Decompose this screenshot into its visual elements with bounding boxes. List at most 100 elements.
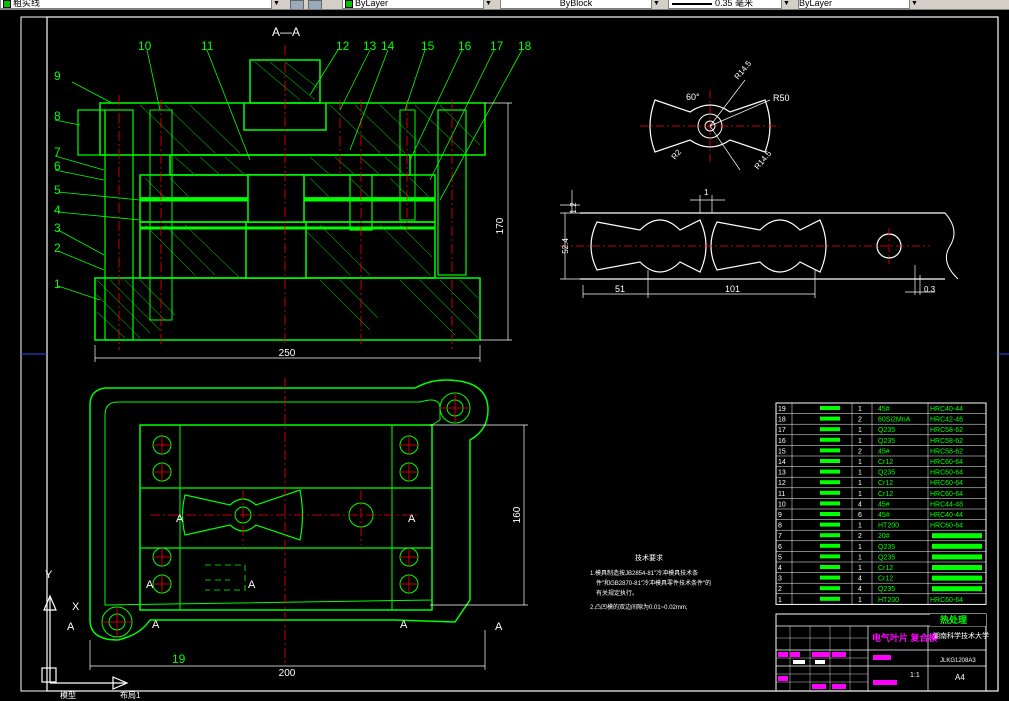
bom-material: 45# (878, 512, 890, 519)
svg-text:18: 18 (518, 39, 532, 53)
bom-material: Cr12 (878, 459, 893, 466)
inner-frame (46, 16, 999, 692)
bom-material: HT200 (878, 523, 899, 530)
bom-row: 18 2 60Si2MnA HRC42-46 (776, 413, 986, 424)
tech-note: 件"和GB2870-81"冷冲模具零件技术条件"的 (596, 579, 711, 587)
tab-model[interactable]: 模型 (60, 690, 76, 701)
heat-treatment-heading: 热处理 (940, 614, 967, 625)
dim-160: 160 (512, 506, 523, 523)
tech-note: 2.凸凹模的双边间隙为0.01~0.02mm; (590, 603, 688, 611)
chevron-down-icon[interactable]: ▼ (483, 0, 493, 8)
svg-text:11: 11 (201, 39, 214, 53)
bom-row: 6 1 Q235 (776, 540, 986, 551)
bom-qty: 2 (858, 417, 862, 424)
sheet-size: A4 (955, 673, 965, 682)
dim-101: 101 (725, 284, 740, 294)
svg-text:5: 5 (54, 183, 61, 197)
svg-text:6: 6 (54, 159, 61, 173)
dim-170: 170 (495, 217, 506, 234)
plotstyle-value: ByLayer (799, 0, 833, 8)
bom-heat-treatment: HRC60-64 (930, 597, 963, 604)
svg-text:9: 9 (54, 69, 61, 83)
section-view: A—A 1 2 3 4 5 6 7 8 9 10 11 12 13 14 15 … (54, 25, 532, 666)
linetype2-select[interactable]: ByBlock (500, 0, 652, 9)
lower-die-base (94, 277, 481, 341)
bom-material: Cr12 (878, 565, 893, 572)
bom-row: 16 1 Q235 HRC58-62 (776, 434, 986, 445)
layer-previous-icon[interactable] (308, 0, 322, 9)
section-mark: A (152, 619, 160, 631)
svg-text:17: 17 (490, 39, 504, 53)
layer-properties-icon[interactable] (290, 0, 304, 9)
ucs-y-label: Y (45, 569, 53, 581)
dim-angle: 60° (686, 92, 700, 102)
lineweight-select[interactable]: 0.35 毫米 (668, 0, 782, 9)
linetype-select[interactable]: 粗实线 (0, 0, 272, 9)
school-name: 湖南科学技术大学 (933, 631, 989, 640)
bom-material: Cr12 (878, 480, 893, 487)
bom-heat-treatment: HRC40-44 (930, 512, 963, 519)
lower-die-outline (89, 379, 489, 641)
drawing-code: JLKG1208A3 (940, 658, 976, 664)
tab-layout1[interactable]: 布局1 (120, 690, 140, 701)
bom-row: 3 4 Cr12 (776, 572, 986, 583)
svg-text:7: 7 (54, 145, 61, 159)
svg-text:12: 12 (336, 39, 350, 53)
dim-52-4: 52.4 (561, 238, 570, 254)
title-block: 热处理 电气叶片 复合模 湖南科学技术大学 JLKG1208A3 1:1 A4 (775, 613, 989, 692)
svg-text:14: 14 (381, 39, 395, 53)
chevron-down-icon[interactable]: ▼ (651, 0, 661, 8)
bom-row: 7 2 20# (776, 529, 986, 540)
drawing-border (20, 16, 999, 692)
bom-no: 1 (778, 597, 782, 604)
dim-0-3: 0.3 (924, 285, 936, 294)
bom-no: 9 (778, 512, 782, 519)
dim-r14: R14.5 (753, 149, 774, 172)
tech-title: 技术要求 (635, 553, 663, 562)
bom-no: 17 (778, 427, 786, 434)
section-mark: A (176, 513, 184, 525)
svg-text:1: 1 (54, 277, 61, 291)
bom-heat-treatment: HRC60-64 (930, 470, 963, 477)
dim-250: 250 (279, 348, 296, 359)
bom-heat-treatment: HRC58-62 (930, 448, 963, 455)
bom-no: 6 (778, 544, 782, 551)
bom-heat-treatment: HRC60-64 (930, 523, 963, 530)
bom-material: 45# (878, 406, 890, 413)
bom-no: 19 (778, 406, 786, 413)
bom-row: 19 1 45# HRC40-44 (776, 402, 986, 413)
chevron-down-icon[interactable]: ▼ (909, 0, 919, 8)
color-select[interactable]: ByLayer (342, 0, 484, 9)
bom-material: Q235 (878, 427, 895, 434)
dim-1-2: 1.2 (569, 202, 578, 214)
bom-no: 14 (778, 459, 786, 466)
bom-material: 20# (878, 533, 890, 540)
chevron-down-icon[interactable]: ▼ (781, 0, 791, 8)
bom-qty: 1 (858, 427, 862, 434)
bill-of-materials: 19 1 45# HRC40-4418 2 60Si2MnA HRC42-4617 1 Q235… (775, 402, 987, 605)
bom-row: 17 1 Q235 HRC58-62 (776, 423, 986, 434)
dim-r14: R14.5 (733, 59, 754, 82)
svg-text:15: 15 (421, 39, 435, 53)
properties-toolbar: 粗实线 ▼ ByLayer ▼ ByBlock ▼ 0.35 毫米 ▼ ByLa… (0, 0, 1009, 10)
ucs-x-label: X (72, 601, 80, 613)
bom-row: 5 1 Q235 (776, 551, 986, 561)
upper-die-base (99, 102, 486, 156)
chevron-down-icon[interactable]: ▼ (271, 0, 281, 8)
bom-qty: 1 (858, 597, 862, 604)
bom-qty: 1 (858, 544, 862, 551)
tech-note: 有关规定执行。 (596, 589, 638, 597)
section-mark: A (408, 513, 416, 525)
plan-view: A A A A A A A A 200 160 (67, 378, 528, 679)
drawing-canvas[interactable]: A—A 1 2 3 4 5 6 7 8 9 10 11 12 13 14 15 … (0, 10, 1009, 699)
bom-qty: 1 (858, 480, 862, 487)
bom-qty: 1 (858, 491, 862, 498)
stripper-outline (139, 424, 433, 611)
section-mark: A (400, 619, 408, 631)
section-title: A—A (272, 25, 300, 39)
die-opening (245, 221, 307, 279)
bom-row: 10 4 45# HRC44-48 (776, 498, 986, 508)
svg-text:4: 4 (54, 203, 61, 217)
plotstyle-select[interactable]: ByLayer (798, 0, 910, 9)
punch (247, 174, 305, 223)
